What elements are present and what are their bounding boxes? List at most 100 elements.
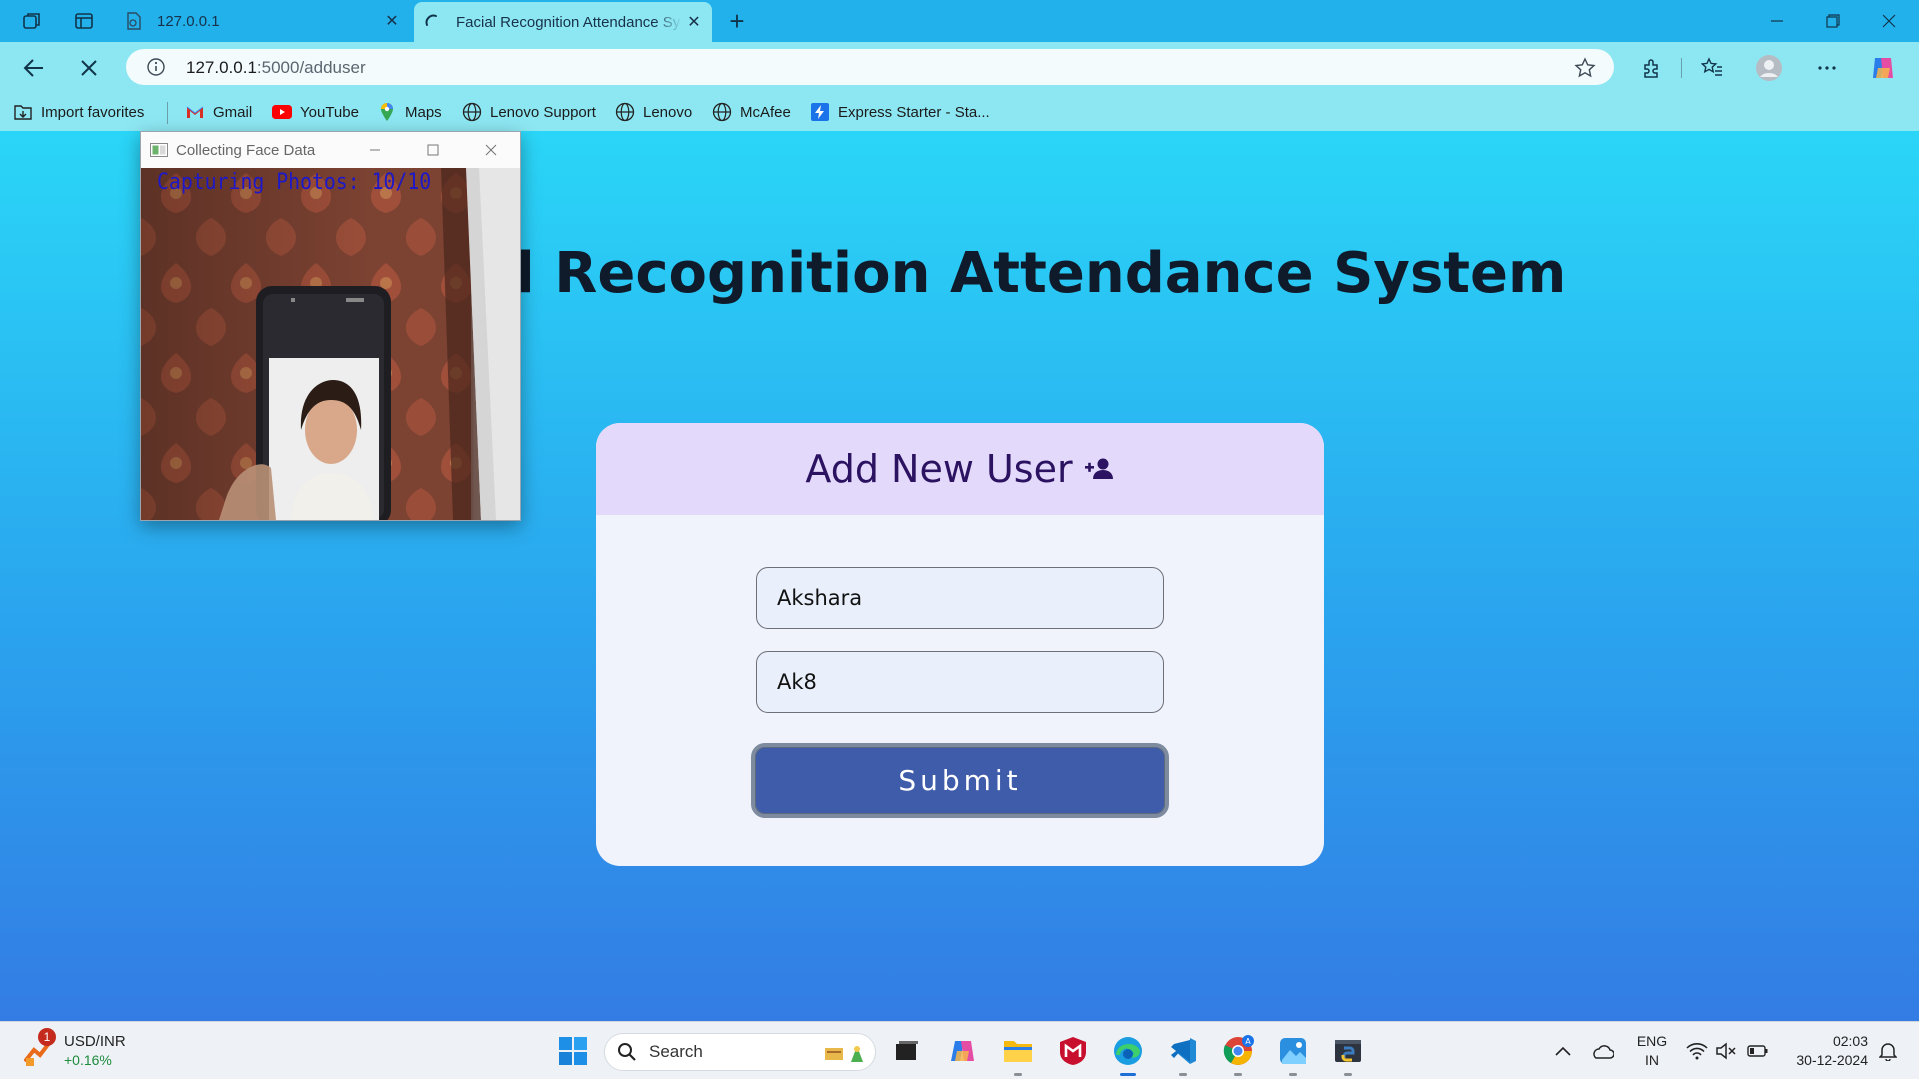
- edge-browser-icon[interactable]: [1109, 1032, 1147, 1076]
- bookmark-label: YouTube: [300, 103, 359, 121]
- bookmarks-divider: [167, 102, 168, 124]
- loading-spinner-icon: [424, 13, 442, 31]
- browser-tab-bar: 127.0.0.1 ✕ Facial Recognition Attendanc…: [0, 0, 1919, 42]
- bookmark-label: Gmail: [213, 103, 253, 121]
- running-indicator: [1344, 1073, 1352, 1076]
- bookmark-label: Maps: [405, 103, 442, 121]
- copilot-icon[interactable]: [1867, 52, 1899, 84]
- bookmark-label: Import favorites: [41, 103, 145, 121]
- favorite-star-icon[interactable]: [1574, 57, 1596, 84]
- express-icon: [810, 102, 830, 122]
- clock[interactable]: 02:03 30-12-2024: [1782, 1032, 1868, 1070]
- capture-close-button[interactable]: [462, 132, 520, 168]
- more-options-icon[interactable]: [1811, 52, 1843, 84]
- tab-facial-recognition[interactable]: Facial Recognition Attendance System ✕: [414, 2, 712, 42]
- capture-minimize-button[interactable]: [346, 132, 404, 168]
- python-app-icon[interactable]: [1329, 1032, 1367, 1076]
- running-indicator: [1120, 1073, 1136, 1076]
- browser-toolbar: 127.0.0.1:5000/adduser: [0, 42, 1919, 93]
- user-plus-icon: [1084, 457, 1115, 481]
- import-icon: [13, 102, 33, 122]
- language-indicator[interactable]: ENG IN: [1632, 1032, 1672, 1070]
- bookmark-maps[interactable]: Maps: [377, 100, 442, 124]
- youtube-icon: [272, 102, 292, 122]
- profile-avatar-icon[interactable]: [1753, 52, 1785, 84]
- widget-change: +0.16%: [64, 1052, 112, 1068]
- copilot-taskbar-icon[interactable]: [944, 1032, 982, 1070]
- running-indicator: [1179, 1073, 1187, 1076]
- file-explorer-icon[interactable]: [999, 1032, 1037, 1076]
- bookmark-label: McAfee: [740, 103, 791, 121]
- vscode-icon[interactable]: [1164, 1032, 1202, 1076]
- language-bottom: IN: [1645, 1052, 1659, 1068]
- svg-text:A: A: [1245, 1037, 1251, 1046]
- user-id-input[interactable]: Ak8: [756, 651, 1164, 713]
- restore-window-button[interactable]: [1805, 0, 1861, 42]
- bookmark-lenovo[interactable]: Lenovo: [615, 100, 692, 124]
- card-title: Add New User: [805, 447, 1073, 491]
- widget-label: USD/INR: [64, 1033, 126, 1050]
- language-top: ENG: [1636, 1033, 1668, 1049]
- page-favicon-icon: [125, 12, 143, 30]
- battery-icon[interactable]: [1739, 1032, 1777, 1070]
- tab-close-icon[interactable]: ✕: [682, 10, 706, 34]
- onedrive-icon[interactable]: [1583, 1032, 1621, 1070]
- capture-maximize-button[interactable]: [404, 132, 462, 168]
- globe-icon: [712, 102, 732, 122]
- submit-button[interactable]: Submit: [751, 743, 1169, 818]
- bookmark-gmail[interactable]: Gmail: [185, 100, 252, 124]
- capture-status-caption: Capturing Photos: 10/10: [157, 170, 432, 195]
- show-hidden-icons-button[interactable]: [1544, 1032, 1582, 1070]
- address-bar[interactable]: 127.0.0.1:5000/adduser: [126, 49, 1614, 85]
- mcafee-icon[interactable]: [1054, 1032, 1092, 1070]
- workspaces-icon[interactable]: [18, 8, 46, 34]
- card-header: Add New User: [596, 423, 1324, 515]
- maps-icon: [377, 102, 397, 122]
- bookmark-import-favorites[interactable]: Import favorites: [13, 100, 144, 124]
- camera-frame-image: [141, 168, 520, 520]
- widget-badge: 1: [38, 1028, 56, 1046]
- start-button[interactable]: [554, 1032, 592, 1070]
- taskbar-search[interactable]: Search: [604, 1033, 876, 1071]
- site-info-icon[interactable]: [146, 57, 166, 82]
- favorites-icon[interactable]: [1696, 52, 1728, 84]
- minimize-window-button[interactable]: [1749, 0, 1805, 42]
- capture-window-title: Collecting Face Data: [176, 141, 316, 159]
- chrome-icon[interactable]: A: [1219, 1032, 1257, 1076]
- add-user-card: Add New User Akshara Ak8 Submit: [596, 423, 1324, 866]
- globe-icon: [462, 102, 482, 122]
- close-window-button[interactable]: [1861, 0, 1917, 42]
- task-view-icon[interactable]: [888, 1032, 926, 1070]
- tab-close-icon[interactable]: ✕: [380, 9, 404, 33]
- url-text[interactable]: 127.0.0.1:5000/adduser: [186, 58, 366, 78]
- bookmark-lenovo-support[interactable]: Lenovo Support: [462, 100, 596, 124]
- stop-loading-button[interactable]: [73, 52, 105, 84]
- notifications-bell-icon[interactable]: [1869, 1032, 1907, 1070]
- widget-text[interactable]: USD/INR +0.16%: [64, 1032, 126, 1070]
- tab-title: 127.0.0.1: [157, 12, 220, 30]
- tab-title: Facial Recognition Attendance System: [456, 13, 682, 31]
- currency-widget-icon[interactable]: 1: [20, 1028, 58, 1070]
- photos-app-icon[interactable]: [1274, 1032, 1312, 1076]
- clock-time: 02:03: [1832, 1033, 1868, 1049]
- back-button[interactable]: [18, 52, 50, 84]
- new-tab-button[interactable]: +: [722, 6, 752, 36]
- extensions-icon[interactable]: [1635, 52, 1667, 84]
- gmail-icon: [185, 102, 205, 122]
- search-highlight-icon: [823, 1040, 867, 1066]
- bookmark-youtube[interactable]: YouTube: [272, 100, 359, 124]
- bookmark-label: Lenovo: [643, 103, 693, 121]
- collecting-face-data-window[interactable]: Collecting Face Data Capturing Photos: 1…: [140, 131, 521, 521]
- bookmark-label: Express Starter - Sta...: [838, 103, 990, 121]
- url-path: :5000/adduser: [256, 58, 366, 77]
- globe-icon: [615, 102, 635, 122]
- bookmark-express-starter[interactable]: Express Starter - Sta...: [810, 100, 990, 124]
- clock-date: 30-12-2024: [1796, 1052, 1868, 1068]
- running-indicator: [1289, 1073, 1297, 1076]
- tab-actions-icon[interactable]: [70, 8, 98, 34]
- bookmarks-bar: Import favorites Gmail YouTube Maps Leno…: [0, 93, 1919, 131]
- capture-window-titlebar[interactable]: Collecting Face Data: [141, 132, 520, 168]
- bookmark-mcafee[interactable]: McAfee: [712, 100, 791, 124]
- name-input[interactable]: Akshara: [756, 567, 1164, 629]
- tab-localhost[interactable]: 127.0.0.1 ✕: [115, 0, 410, 42]
